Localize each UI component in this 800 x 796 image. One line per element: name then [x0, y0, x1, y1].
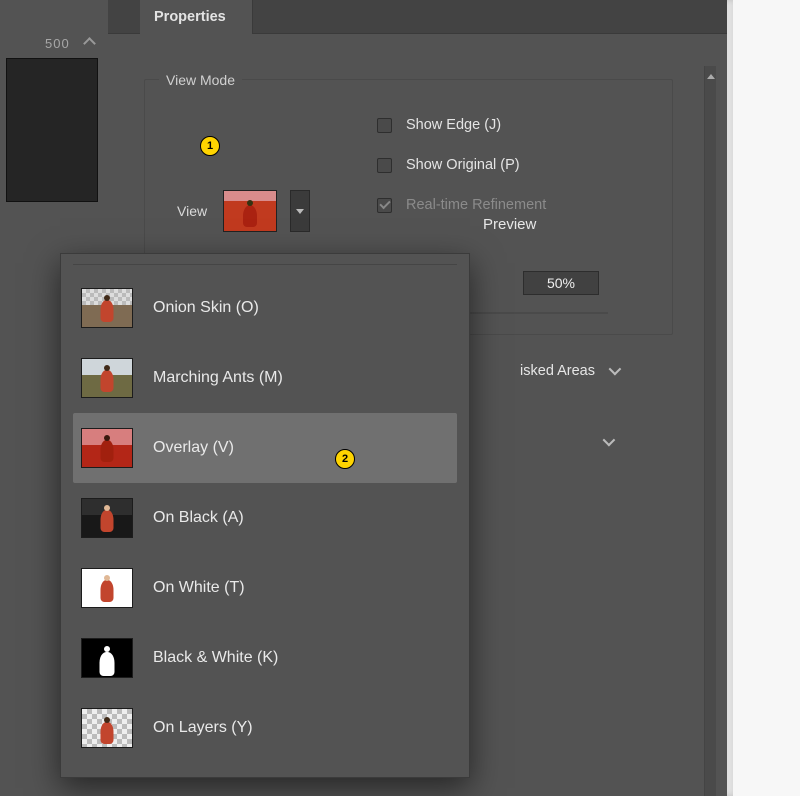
- check-show-original[interactable]: Show Original (P): [377, 157, 546, 173]
- check-show-edge-label: Show Edge (J): [406, 117, 501, 133]
- view-selected-thumbnail[interactable]: [223, 190, 277, 232]
- view-option-label: Onion Skin (O): [153, 299, 259, 317]
- view-label: View: [177, 203, 207, 219]
- checkbox-icon[interactable]: [377, 158, 392, 173]
- masked-areas-dropdown[interactable]: isked Areas: [478, 360, 618, 382]
- view-option-layers[interactable]: On Layers (Y): [73, 693, 457, 763]
- view-option-thumbnail: [81, 358, 133, 398]
- popup-divider: [73, 264, 457, 265]
- view-option-onion[interactable]: Onion Skin (O): [73, 273, 457, 343]
- view-dropdown-button[interactable]: [290, 190, 310, 232]
- view-option-overlay[interactable]: Overlay (V): [73, 413, 457, 483]
- view-mode-group-title: View Mode: [159, 72, 242, 88]
- view-option-label: Black & White (K): [153, 649, 278, 667]
- check-show-edge[interactable]: Show Edge (J): [377, 117, 546, 133]
- check-realtime-label: Real-time Refinement: [406, 197, 546, 213]
- ruler-collapse-chevron-icon[interactable]: [85, 39, 95, 49]
- view-option-ants[interactable]: Marching Ants (M): [73, 343, 457, 413]
- view-option-thumbnail: [81, 428, 133, 468]
- annotation-badge-2: 2: [335, 449, 355, 469]
- check-realtime-refinement: Real-time Refinement: [377, 197, 546, 213]
- view-option-bw[interactable]: Black & White (K): [73, 623, 457, 693]
- view-option-thumbnail: [81, 708, 133, 748]
- tab-properties[interactable]: Properties: [140, 0, 253, 34]
- view-option-thumbnail: [81, 638, 133, 678]
- masked-areas-label: isked Areas: [520, 363, 595, 379]
- ruler-tick-value: 500: [45, 36, 70, 51]
- view-option-label: Marching Ants (M): [153, 369, 283, 387]
- preview-label: Preview: [483, 216, 536, 233]
- view-option-label: On Black (A): [153, 509, 244, 527]
- view-option-thumbnail: [81, 288, 133, 328]
- view-option-thumbnail: [81, 568, 133, 608]
- view-option-label: Overlay (V): [153, 439, 234, 457]
- panel-scrollbar[interactable]: [704, 66, 716, 796]
- scroll-up-icon[interactable]: [707, 69, 715, 83]
- view-mode-checks: Show Edge (J) Show Original (P) Real-tim…: [377, 117, 546, 213]
- secondary-dropdown-chevron-icon[interactable]: [594, 431, 620, 451]
- canvas-preview: [6, 58, 98, 202]
- checkbox-icon[interactable]: [377, 118, 392, 133]
- view-option-thumbnail: [81, 498, 133, 538]
- tab-properties-label: Properties: [140, 0, 252, 34]
- checkbox-checked-icon: [377, 198, 392, 213]
- view-option-label: On White (T): [153, 579, 245, 597]
- view-option-label: On Layers (Y): [153, 719, 253, 737]
- view-option-white[interactable]: On White (T): [73, 553, 457, 623]
- view-mode-popup[interactable]: Onion Skin (O) Marching Ants (M) Overlay (…: [60, 253, 470, 778]
- annotation-badge-1: 1: [200, 136, 220, 156]
- chevron-down-icon: [609, 363, 618, 379]
- view-option-black[interactable]: On Black (A): [73, 483, 457, 553]
- value-percent[interactable]: 50%: [523, 271, 599, 295]
- view-selector-row: View: [177, 190, 310, 232]
- check-show-original-label: Show Original (P): [406, 157, 520, 173]
